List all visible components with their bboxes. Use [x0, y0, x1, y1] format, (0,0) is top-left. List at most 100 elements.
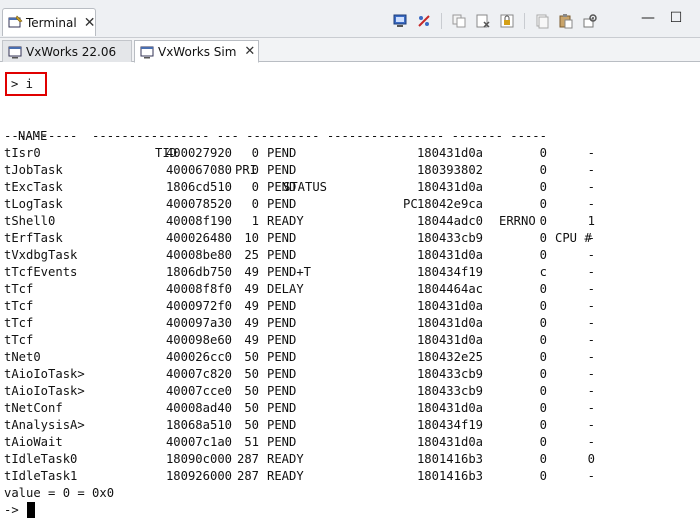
cell-tid: 400098e60: [165, 333, 232, 347]
cell-errno: 0: [539, 282, 547, 296]
cell-status: PEND: [267, 231, 297, 245]
cell-pc: 180431d0a: [416, 146, 483, 160]
table-row: tIsr0 400027920 0 PEND 180431d0a 0 -: [4, 145, 644, 162]
cell-pri: 49: [244, 316, 259, 330]
paste-icon[interactable]: [556, 11, 576, 31]
table-row: tAnalysisA> 18068a510 50 PEND 180434f19 0 -: [4, 417, 644, 434]
cell-pc: 180433cb9: [416, 384, 483, 398]
connect-icon[interactable]: [390, 11, 410, 31]
cell-pc: 1804464ac: [416, 282, 483, 296]
table-header: NAME TID PRI STATUS PC ERRNO CPU #: [4, 111, 644, 245]
cell-cpu: -: [587, 197, 595, 211]
cell-cpu: -: [587, 163, 595, 177]
close-icon[interactable]: ✕: [244, 44, 255, 59]
cell-pc: 180431d0a: [416, 435, 483, 449]
cell-cpu: -: [587, 248, 595, 262]
shell-prompt: ->: [4, 503, 19, 517]
text-cursor: [27, 502, 35, 518]
cell-status: PEND: [267, 146, 297, 160]
cell-errno: 0: [539, 350, 547, 364]
scroll-lock-icon[interactable]: [497, 11, 517, 31]
command-line: > i: [11, 77, 34, 91]
cell-name: tAioIoTask>: [4, 367, 85, 381]
cell-status: READY: [267, 452, 304, 466]
cell-name: tVxdbgTask: [4, 248, 78, 262]
cell-pc: 1801416b3: [416, 469, 483, 483]
cell-errno: 0: [539, 384, 547, 398]
cell-errno: 0: [539, 367, 547, 381]
cell-status: PEND: [267, 350, 297, 364]
cell-errno: 0: [539, 469, 547, 483]
table-row: tJobTask 400067080 0 PEND 180393802 0 -: [4, 162, 644, 179]
tab-vxworks-sim[interactable]: VxWorks Sim ✕: [134, 40, 259, 63]
table-row: tIdleTask0 18090c000 287 READY 1801416b3 0 0: [4, 451, 644, 468]
table-row: tTcf 400097a30 49 PEND 180431d0a 0 -: [4, 315, 644, 332]
copy-icon[interactable]: [449, 11, 469, 31]
cell-pc: 180434f19: [416, 265, 483, 279]
cell-pri: 0: [251, 180, 259, 194]
table-row: tNetConf 40008ad40 50 PEND 180431d0a 0 -: [4, 400, 644, 417]
page-icon[interactable]: [532, 11, 552, 31]
disconnect-icon[interactable]: [414, 11, 434, 31]
cell-errno: 0: [539, 163, 547, 177]
cell-pri: 287: [236, 452, 259, 466]
table-row: tIdleTask1 180926000 287 READY 1801416b3 0 -: [4, 468, 644, 485]
cell-name: tShell0: [4, 214, 56, 228]
cell-tid: 400097a30: [165, 316, 232, 330]
result-value-line: value = 0 = 0x0: [4, 486, 115, 500]
cell-status: PEND: [267, 418, 297, 432]
maximize-icon[interactable]: ☐: [668, 10, 684, 26]
terminal-view-tab[interactable]: Terminal ✕: [2, 8, 96, 36]
cell-pc: 180433cb9: [416, 367, 483, 381]
cell-cpu: 0: [587, 452, 595, 466]
cell-pc: 180431d0a: [416, 248, 483, 262]
cell-name: tExcTask: [4, 180, 63, 194]
view-header: Terminal ✕ — ☐: [0, 0, 700, 38]
cell-pc: 180431d0a: [416, 401, 483, 415]
cell-cpu: -: [587, 265, 595, 279]
cell-errno: 0: [539, 214, 547, 228]
clear-icon[interactable]: [473, 11, 493, 31]
close-icon[interactable]: ✕: [84, 16, 96, 30]
terminal-console[interactable]: > i NAME TID PRI STATUS PC ERRNO CPU # -…: [0, 63, 700, 529]
settings-icon[interactable]: [580, 11, 600, 31]
cell-tid: 400026480: [165, 231, 232, 245]
cell-tid: 40008f190: [165, 214, 232, 228]
cell-pri: 0: [251, 163, 259, 177]
cell-name: tTcf: [4, 333, 34, 347]
cell-pri: 49: [244, 282, 259, 296]
cell-errno: c: [539, 265, 547, 279]
cell-errno: 0: [539, 418, 547, 432]
table-row: tNet0 400026cc0 50 PEND 180432e25 0 -: [4, 349, 644, 366]
cell-status: DELAY: [267, 282, 304, 296]
cell-name: tNetConf: [4, 401, 63, 415]
terminal-session-tabs: VxWorks 22.06 VxWorks Sim ✕: [0, 38, 700, 63]
cell-cpu: -: [587, 401, 595, 415]
cell-tid: 400078520: [165, 197, 232, 211]
table-row: tExcTask 1806cd510 0 PEND 180431d0a 0 -: [4, 179, 644, 196]
cell-cpu: -: [587, 350, 595, 364]
cell-errno: 0: [539, 435, 547, 449]
cell-cpu: -: [587, 469, 595, 483]
cell-tid: 40007cce0: [165, 384, 232, 398]
cell-cpu: -: [587, 180, 595, 194]
table-row: tTcf 40008f8f0 49 DELAY 1804464ac 0 -: [4, 281, 644, 298]
cell-tid: 40007c820: [165, 367, 232, 381]
table-row: tShell0 40008f190 1 READY 18044adc0 0 1: [4, 213, 644, 230]
cell-cpu: -: [587, 282, 595, 296]
cell-tid: 400067080: [165, 163, 232, 177]
cell-status: PEND: [267, 435, 297, 449]
cell-tid: 40008f8f0: [165, 282, 232, 296]
cell-pc: 180431d0a: [416, 299, 483, 313]
cell-pri: 50: [244, 384, 259, 398]
cell-name: tJobTask: [4, 163, 63, 177]
terminal-toolbar: [388, 11, 602, 31]
tab-vxworks-22-06[interactable]: VxWorks 22.06: [2, 40, 132, 62]
table-row: tTcfEvents 1806db750 49 PEND+T 180434f19 c -: [4, 264, 644, 281]
cell-pc: 180434f19: [416, 418, 483, 432]
minimize-icon[interactable]: —: [640, 10, 656, 26]
terminal-icon: [8, 45, 22, 59]
cell-status: PEND: [267, 316, 297, 330]
cell-errno: 0: [539, 146, 547, 160]
cell-tid: 180926000: [165, 469, 232, 483]
